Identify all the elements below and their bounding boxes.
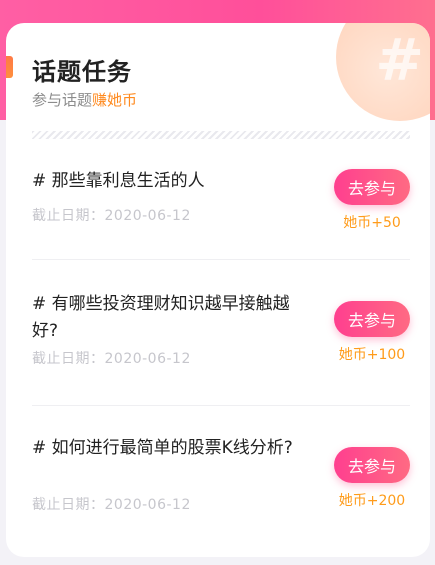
page-title: 话题任务 <box>32 58 132 86</box>
topic-task-card: # 话题任务 参与话题赚她币 # 那些靠利息生活的人 截止日期：2020-06-… <box>6 23 430 557</box>
join-button[interactable]: 去参与 <box>334 301 410 337</box>
topic-title[interactable]: # 有哪些投资理财知识越早接触越好? <box>32 291 302 345</box>
topic-deadline: 截止日期：2020-06-12 <box>32 497 191 513</box>
reward-label: 她币+50 <box>343 215 401 231</box>
reward-label: 她币+200 <box>338 493 406 509</box>
reward-label: 她币+100 <box>338 347 406 363</box>
join-button[interactable]: 去参与 <box>334 169 410 205</box>
topic-deadline: 截止日期：2020-06-12 <box>32 351 191 367</box>
join-button[interactable]: 去参与 <box>334 447 410 483</box>
topic-item: # 有哪些投资理财知识越早接触越好? 截止日期：2020-06-12 去参与 她… <box>32 291 410 406</box>
hash-icon: # <box>375 26 424 94</box>
page-subtitle: 参与话题赚她币 <box>32 89 137 110</box>
striped-divider <box>32 131 410 139</box>
subtitle-text: 参与话题 <box>32 91 93 109</box>
topic-item: # 如何进行最简单的股票K线分析? 截止日期：2020-06-12 去参与 她币… <box>32 435 410 545</box>
title-accent-bar <box>6 56 13 78</box>
topic-item: # 那些靠利息生活的人 截止日期：2020-06-12 去参与 她币+50 <box>32 168 410 260</box>
topic-deadline: 截止日期：2020-06-12 <box>32 208 191 224</box>
topic-title[interactable]: # 如何进行最简单的股票K线分析? <box>32 435 302 462</box>
subtitle-highlight: 赚她币 <box>92 91 138 109</box>
topic-title[interactable]: # 那些靠利息生活的人 <box>32 168 302 195</box>
